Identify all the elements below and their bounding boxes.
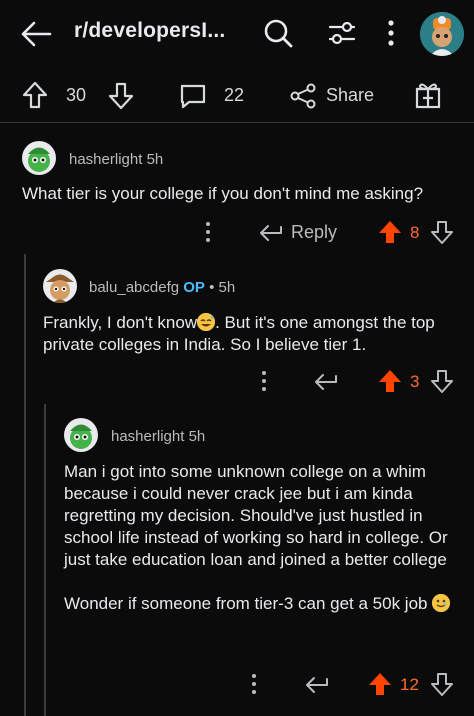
more-vertical-icon[interactable] xyxy=(386,18,396,48)
comment-time: 5h xyxy=(188,428,206,445)
search-icon[interactable] xyxy=(262,17,294,49)
downvote-arrow-icon[interactable] xyxy=(430,369,454,393)
upvote-arrow-icon[interactable] xyxy=(22,81,48,109)
comment-text: Man i got into some unknown college on a… xyxy=(64,461,452,615)
upvote-filled-icon[interactable] xyxy=(378,369,402,393)
comment-count: 22 xyxy=(224,85,245,105)
reply-icon[interactable] xyxy=(305,675,329,695)
comment-text: Frankly, I don't know. But it's one amon… xyxy=(43,313,435,354)
vote-count: 12 xyxy=(400,675,419,694)
downvote-arrow-icon[interactable] xyxy=(430,672,454,696)
comment-action-row: 3 xyxy=(0,367,474,395)
comment-text: What tier is your college if you don't m… xyxy=(22,184,424,203)
reply-button[interactable]: Reply xyxy=(291,222,337,243)
sort-filter-icon[interactable] xyxy=(327,19,357,47)
post-action-bar: 30 22 Share xyxy=(0,68,474,123)
sweat-smile-emoji-icon xyxy=(197,313,216,331)
thread-line[interactable] xyxy=(24,254,26,716)
vote-count: 3 xyxy=(410,372,420,391)
comment-time: 5h xyxy=(218,279,236,296)
back-arrow-icon[interactable] xyxy=(20,20,52,48)
top-app-bar: r/developersI... xyxy=(0,0,474,68)
share-label[interactable]: Share xyxy=(326,85,374,106)
more-vertical-icon[interactable] xyxy=(260,370,268,392)
share-icon[interactable] xyxy=(289,83,317,109)
comment-author[interactable]: balu_abcdefg OP • 5h xyxy=(89,279,235,296)
comment-action-row: 12 xyxy=(0,670,474,698)
comment-author[interactable]: hasherlight 5h xyxy=(111,428,205,445)
vote-count: 8 xyxy=(410,223,420,242)
more-vertical-icon[interactable] xyxy=(204,221,212,243)
comment-bubble-icon[interactable] xyxy=(179,83,207,109)
award-icon[interactable] xyxy=(414,80,442,110)
comment-action-row: Reply 8 xyxy=(0,218,474,246)
subreddit-title[interactable]: r/developersI... xyxy=(74,19,225,43)
tear-smile-emoji-icon xyxy=(432,594,451,612)
avatar[interactable] xyxy=(22,141,56,175)
downvote-arrow-icon[interactable] xyxy=(108,82,134,110)
reply-icon[interactable] xyxy=(314,372,338,392)
downvote-arrow-icon[interactable] xyxy=(430,220,454,244)
avatar[interactable] xyxy=(64,418,98,452)
op-badge: OP xyxy=(183,279,205,296)
reply-icon[interactable] xyxy=(259,223,283,243)
comment-time: 5h xyxy=(146,151,164,168)
more-vertical-icon[interactable] xyxy=(250,673,258,695)
upvote-count: 30 xyxy=(66,85,87,105)
upvote-filled-icon[interactable] xyxy=(378,220,402,244)
upvote-filled-icon[interactable] xyxy=(368,672,392,696)
comment-author[interactable]: hasherlight 5h xyxy=(69,151,163,168)
subreddit-avatar-icon[interactable] xyxy=(420,12,464,56)
avatar[interactable] xyxy=(43,269,77,303)
